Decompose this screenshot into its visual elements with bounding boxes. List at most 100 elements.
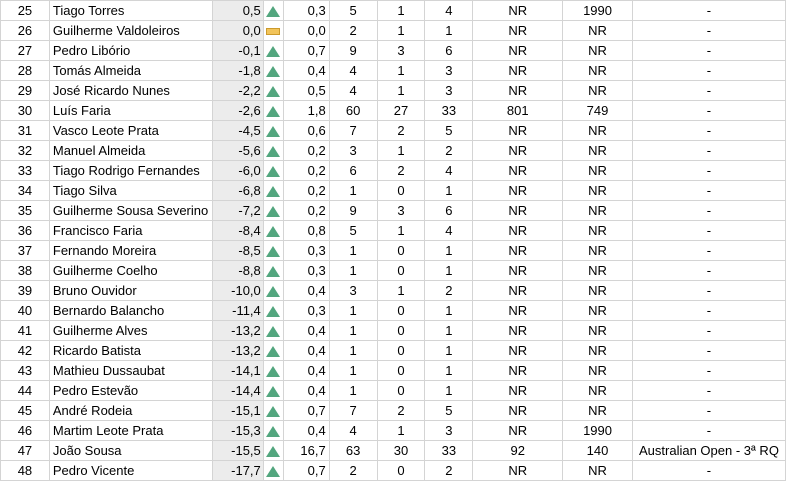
ranking-a-cell[interactable]: NR [472, 400, 564, 421]
player-name-cell[interactable]: Guilherme Sousa Severino [48, 200, 213, 221]
ratio-cell[interactable]: 0,4 [282, 380, 330, 401]
ranking-a-cell[interactable]: NR [472, 120, 564, 141]
position-cell[interactable]: 47 [0, 440, 50, 461]
ranking-b-cell[interactable]: NR [562, 320, 633, 341]
trend-cell[interactable] [262, 160, 284, 181]
trend-cell[interactable] [262, 20, 284, 41]
matches-cell[interactable]: 63 [328, 440, 378, 461]
ratio-cell[interactable]: 0,7 [282, 40, 330, 61]
losses-cell[interactable]: 1 [424, 360, 474, 381]
points-diff-cell[interactable]: -1,8 [211, 60, 264, 81]
losses-cell[interactable]: 1 [424, 340, 474, 361]
matches-cell[interactable]: 1 [328, 380, 378, 401]
player-name-cell[interactable]: Guilherme Valdoleiros [48, 20, 213, 41]
points-diff-cell[interactable]: -10,0 [211, 280, 264, 301]
losses-cell[interactable]: 2 [424, 140, 474, 161]
ranking-b-cell[interactable]: 1990 [562, 420, 633, 441]
ranking-b-cell[interactable]: NR [562, 160, 633, 181]
ratio-cell[interactable]: 0,2 [282, 160, 330, 181]
note-cell[interactable]: - [631, 20, 786, 41]
matches-cell[interactable]: 4 [328, 80, 378, 101]
ranking-b-cell[interactable]: NR [562, 200, 633, 221]
losses-cell[interactable]: 5 [424, 400, 474, 421]
ranking-a-cell[interactable]: 92 [472, 440, 564, 461]
ranking-a-cell[interactable]: 801 [472, 100, 564, 121]
losses-cell[interactable]: 33 [424, 100, 474, 121]
points-diff-cell[interactable]: -2,6 [211, 100, 264, 121]
trend-cell[interactable] [262, 380, 284, 401]
note-cell[interactable]: - [631, 420, 786, 441]
ranking-b-cell[interactable]: NR [562, 120, 633, 141]
trend-cell[interactable] [262, 80, 284, 101]
ranking-a-cell[interactable]: NR [472, 80, 564, 101]
ranking-a-cell[interactable]: NR [472, 60, 564, 81]
matches-cell[interactable]: 5 [328, 220, 378, 241]
ranking-a-cell[interactable]: NR [472, 380, 564, 401]
ratio-cell[interactable]: 0,5 [282, 80, 330, 101]
points-diff-cell[interactable]: -14,4 [211, 380, 264, 401]
ranking-a-cell[interactable]: NR [472, 220, 564, 241]
position-cell[interactable]: 48 [0, 460, 50, 481]
trend-cell[interactable] [262, 300, 284, 321]
player-name-cell[interactable]: Luís Faria [48, 100, 213, 121]
matches-cell[interactable]: 1 [328, 340, 378, 361]
ranking-b-cell[interactable]: NR [562, 140, 633, 161]
note-cell[interactable]: - [631, 460, 786, 481]
player-name-cell[interactable]: André Rodeia [48, 400, 213, 421]
ratio-cell[interactable]: 0,4 [282, 280, 330, 301]
losses-cell[interactable]: 3 [424, 80, 474, 101]
ranking-a-cell[interactable]: NR [472, 180, 564, 201]
ranking-b-cell[interactable]: NR [562, 20, 633, 41]
position-cell[interactable]: 36 [0, 220, 50, 241]
matches-cell[interactable]: 1 [328, 180, 378, 201]
ranking-b-cell[interactable]: NR [562, 40, 633, 61]
trend-cell[interactable] [262, 280, 284, 301]
player-name-cell[interactable]: Bruno Ouvidor [48, 280, 213, 301]
ranking-a-cell[interactable]: NR [472, 140, 564, 161]
losses-cell[interactable]: 2 [424, 280, 474, 301]
ratio-cell[interactable]: 0,3 [282, 300, 330, 321]
matches-cell[interactable]: 9 [328, 200, 378, 221]
ranking-b-cell[interactable]: NR [562, 360, 633, 381]
position-cell[interactable]: 34 [0, 180, 50, 201]
position-cell[interactable]: 27 [0, 40, 50, 61]
player-name-cell[interactable]: João Sousa [48, 440, 213, 461]
points-diff-cell[interactable]: -13,2 [211, 320, 264, 341]
wins-cell[interactable]: 0 [376, 240, 426, 261]
trend-cell[interactable] [262, 400, 284, 421]
position-cell[interactable]: 38 [0, 260, 50, 281]
wins-cell[interactable]: 0 [376, 300, 426, 321]
matches-cell[interactable]: 9 [328, 40, 378, 61]
note-cell[interactable]: - [631, 320, 786, 341]
player-name-cell[interactable]: Martim Leote Prata [48, 420, 213, 441]
matches-cell[interactable]: 60 [328, 100, 378, 121]
wins-cell[interactable]: 3 [376, 40, 426, 61]
points-diff-cell[interactable]: 0,0 [211, 20, 264, 41]
ranking-b-cell[interactable]: NR [562, 280, 633, 301]
losses-cell[interactable]: 1 [424, 380, 474, 401]
matches-cell[interactable]: 7 [328, 400, 378, 421]
ratio-cell[interactable]: 0,3 [282, 0, 330, 21]
trend-cell[interactable] [262, 220, 284, 241]
points-diff-cell[interactable]: -8,8 [211, 260, 264, 281]
points-diff-cell[interactable]: -0,1 [211, 40, 264, 61]
points-diff-cell[interactable]: -6,0 [211, 160, 264, 181]
note-cell[interactable]: - [631, 0, 786, 21]
losses-cell[interactable]: 3 [424, 60, 474, 81]
points-diff-cell[interactable]: -15,1 [211, 400, 264, 421]
ratio-cell[interactable]: 0,2 [282, 200, 330, 221]
points-diff-cell[interactable]: -14,1 [211, 360, 264, 381]
matches-cell[interactable]: 4 [328, 420, 378, 441]
points-diff-cell[interactable]: -5,6 [211, 140, 264, 161]
trend-cell[interactable] [262, 340, 284, 361]
losses-cell[interactable]: 1 [424, 240, 474, 261]
player-name-cell[interactable]: Mathieu Dussaubat [48, 360, 213, 381]
wins-cell[interactable]: 1 [376, 220, 426, 241]
ratio-cell[interactable]: 1,8 [282, 100, 330, 121]
losses-cell[interactable]: 1 [424, 180, 474, 201]
player-name-cell[interactable]: Bernardo Balancho [48, 300, 213, 321]
matches-cell[interactable]: 4 [328, 60, 378, 81]
note-cell[interactable]: - [631, 140, 786, 161]
ranking-a-cell[interactable]: NR [472, 460, 564, 481]
wins-cell[interactable]: 1 [376, 80, 426, 101]
